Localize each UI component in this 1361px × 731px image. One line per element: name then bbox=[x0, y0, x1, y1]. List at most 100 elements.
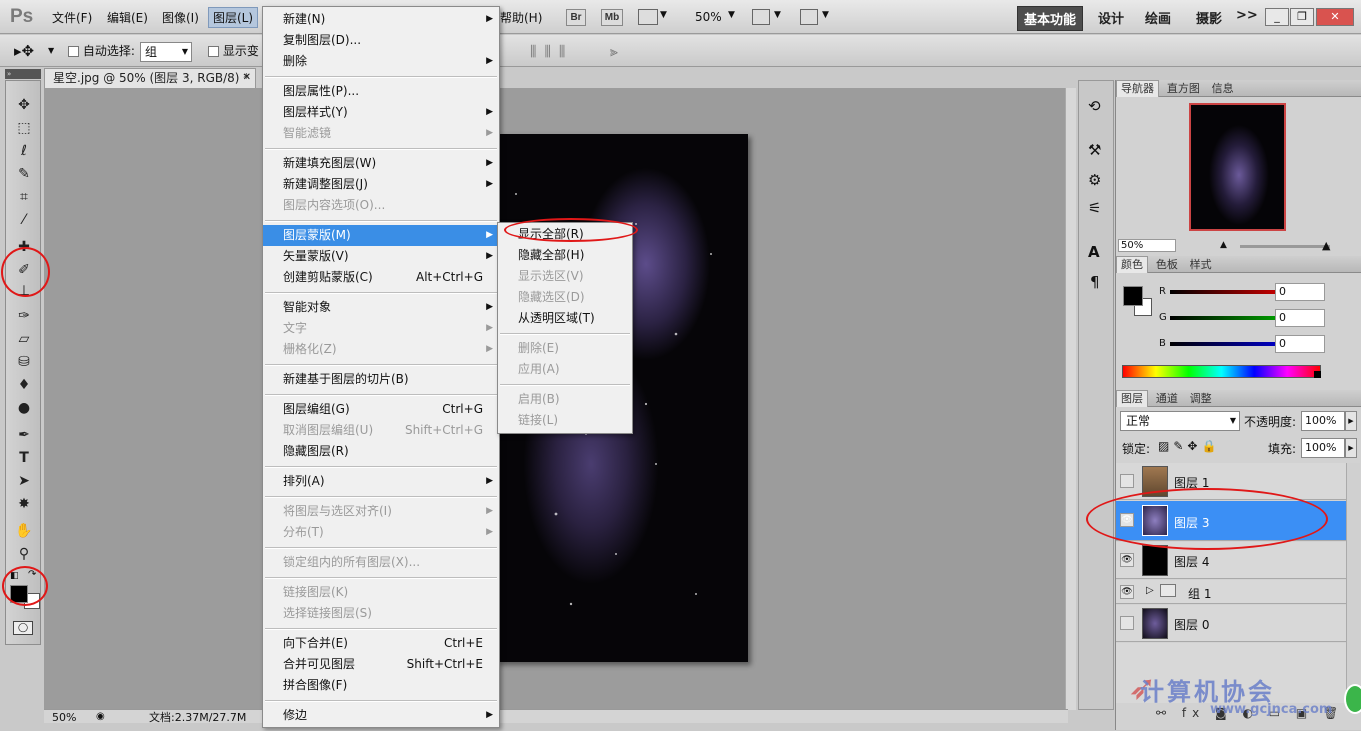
menu-file[interactable]: 文件(F) bbox=[52, 9, 92, 26]
menu-help[interactable]: 帮助(H) bbox=[500, 9, 542, 26]
crop-tool-icon[interactable]: ⌗ bbox=[12, 187, 36, 207]
menu-edit[interactable]: 编辑(E) bbox=[107, 9, 148, 26]
tab-styles[interactable]: 样式 bbox=[1186, 257, 1216, 273]
menu-item[interactable]: 图层样式(Y) ▶ bbox=[263, 102, 499, 123]
history-brush-tool-icon[interactable]: ✑ bbox=[12, 306, 36, 326]
menu-item[interactable]: 新建填充图层(W) ▶ bbox=[263, 153, 499, 174]
view-extras-icon[interactable] bbox=[638, 9, 658, 25]
type-tool-icon[interactable]: T bbox=[12, 448, 36, 468]
opacity-field[interactable]: 100% bbox=[1301, 411, 1345, 431]
restore-icon[interactable]: ❐ bbox=[1290, 8, 1314, 26]
distribute-icons[interactable]: ⫼⫼⫼ bbox=[530, 44, 573, 60]
zoom-in-icon[interactable]: ▲ bbox=[1322, 239, 1330, 252]
toolbox-header[interactable]: » bbox=[5, 69, 41, 79]
color-foreground-swatch[interactable] bbox=[1123, 286, 1143, 306]
tab-channels[interactable]: 通道 bbox=[1152, 391, 1182, 407]
tool-presets-icon[interactable]: ⚟ bbox=[1088, 199, 1101, 217]
menu-image[interactable]: 图像(I) bbox=[162, 9, 199, 26]
status-options-icon[interactable]: ◉ bbox=[96, 710, 105, 723]
navigator-zoom[interactable]: 50% bbox=[1118, 239, 1176, 252]
menu-item[interactable]: 新建调整图层(J) ▶ bbox=[263, 174, 499, 195]
tab-color[interactable]: 颜色 bbox=[1116, 256, 1148, 273]
bridge-button[interactable]: Br bbox=[566, 9, 586, 26]
opacity-arrow-icon[interactable]: ▶ bbox=[1345, 411, 1357, 431]
workspace-design[interactable]: 设计 bbox=[1098, 8, 1124, 27]
tab-histogram[interactable]: 直方图 bbox=[1163, 81, 1204, 97]
auto-select-dropdown[interactable]: 组 ▼ bbox=[140, 42, 192, 62]
menu-item[interactable]: 新建(N) ▶ bbox=[263, 9, 499, 30]
menu-item[interactable]: 排列(A) ▶ bbox=[263, 471, 499, 492]
visibility-toggle[interactable] bbox=[1120, 616, 1134, 630]
show-transform-checkbox[interactable] bbox=[208, 46, 219, 57]
chevron-down-icon[interactable]: ▼ bbox=[774, 10, 781, 20]
menu-item[interactable]: 复制图层(D)... bbox=[263, 30, 499, 51]
blend-mode-dropdown[interactable]: 正常 ▼ bbox=[1120, 411, 1240, 431]
close-tab-icon[interactable]: ✕ bbox=[243, 69, 251, 87]
layers-scrollbar[interactable] bbox=[1346, 463, 1360, 693]
b-value[interactable]: 0 bbox=[1275, 335, 1325, 353]
menu-item[interactable]: 创建剪贴蒙版(C) Alt+Ctrl+G bbox=[263, 267, 499, 288]
blur-tool-icon[interactable]: ♦ bbox=[12, 375, 36, 395]
menu-item[interactable]: 向下合并(E) Ctrl+E bbox=[263, 633, 499, 654]
eyedropper-tool-icon[interactable]: ⁄ bbox=[12, 210, 36, 230]
eraser-tool-icon[interactable]: ▱ bbox=[12, 329, 36, 349]
navigator-preview[interactable] bbox=[1189, 103, 1286, 231]
menu-item[interactable]: 图层属性(P)... bbox=[263, 81, 499, 102]
minimize-icon[interactable]: _ bbox=[1265, 8, 1289, 26]
layer-group-row[interactable]: 👁 ▷ 组 1 bbox=[1116, 580, 1346, 604]
lock-options-icons[interactable]: ▨✎✥🔒 bbox=[1158, 439, 1220, 453]
hand-tool-icon[interactable]: ✋ bbox=[12, 521, 36, 541]
character-panel-icon[interactable]: A bbox=[1088, 243, 1100, 261]
zoom-status[interactable]: 50% bbox=[52, 711, 76, 724]
menu-item[interactable]: 矢量蒙版(V) ▶ bbox=[263, 246, 499, 267]
menu-item[interactable]: 删除 ▶ bbox=[263, 51, 499, 72]
paragraph-panel-icon[interactable]: ¶ bbox=[1090, 273, 1100, 291]
eye-icon[interactable]: 👁 bbox=[1120, 585, 1134, 599]
move-tool-icon[interactable]: ✥ bbox=[12, 95, 36, 115]
tab-navigator[interactable]: 导航器 bbox=[1116, 80, 1159, 97]
screen-mode-icon[interactable] bbox=[800, 9, 818, 25]
g-value[interactable]: 0 bbox=[1275, 309, 1325, 327]
fill-field[interactable]: 100% bbox=[1301, 438, 1345, 458]
document-tab[interactable]: 星空.jpg @ 50% (图层 3, RGB/8) * ✕ bbox=[44, 68, 256, 88]
tab-adjustments[interactable]: 调整 bbox=[1186, 391, 1216, 407]
brush-presets-icon[interactable]: ⚒ bbox=[1088, 141, 1101, 159]
auto-select-checkbox[interactable] bbox=[68, 46, 79, 57]
chevron-down-icon[interactable]: ▼ bbox=[728, 10, 735, 20]
move-tool-icon[interactable]: ▸✥ bbox=[14, 42, 34, 60]
menu-item[interactable]: 隐藏全部(H) bbox=[498, 245, 632, 266]
chevron-down-icon[interactable]: ▼ bbox=[48, 46, 54, 55]
tab-info[interactable]: 信息 bbox=[1208, 81, 1238, 97]
fill-arrow-icon[interactable]: ▶ bbox=[1345, 438, 1357, 458]
menu-item[interactable]: 合并可见图层 Shift+Ctrl+E bbox=[263, 654, 499, 675]
menu-item[interactable]: 修边 ▶ bbox=[263, 705, 499, 726]
menu-item[interactable]: 从透明区域(T) bbox=[498, 308, 632, 329]
close-icon[interactable]: ✕ bbox=[1316, 8, 1354, 26]
shape-tool-icon[interactable]: ✸ bbox=[12, 494, 36, 514]
menu-item[interactable]: 图层蒙版(M) ▶ bbox=[263, 225, 499, 246]
spectrum-black-swatch[interactable] bbox=[1314, 371, 1321, 378]
chevron-down-icon[interactable]: ▼ bbox=[822, 10, 829, 20]
tab-layers[interactable]: 图层 bbox=[1116, 390, 1148, 407]
paint-bucket-tool-icon[interactable]: ⛁ bbox=[12, 352, 36, 372]
menu-layer[interactable]: 图层(L) bbox=[208, 7, 259, 28]
vertical-scrollbar[interactable] bbox=[1065, 88, 1076, 710]
layer-row[interactable]: 图层 0 bbox=[1116, 605, 1346, 642]
history-panel-icon[interactable]: ⟲ bbox=[1088, 97, 1101, 115]
arrange-documents-icon[interactable] bbox=[752, 9, 770, 25]
floating-badge-icon[interactable] bbox=[1344, 684, 1361, 714]
menu-item[interactable]: 图层编组(G) Ctrl+G bbox=[263, 399, 499, 420]
menu-item[interactable]: 新建基于图层的切片(B) bbox=[263, 369, 499, 390]
lasso-tool-icon[interactable]: ℓ bbox=[12, 141, 36, 161]
r-value[interactable]: 0 bbox=[1275, 283, 1325, 301]
zoom-tool-icon[interactable]: ⚲ bbox=[12, 544, 36, 564]
dodge-tool-icon[interactable]: ● bbox=[12, 398, 36, 418]
menu-item[interactable]: 隐藏图层(R) bbox=[263, 441, 499, 462]
quick-select-tool-icon[interactable]: ✎ bbox=[12, 164, 36, 184]
mini-bridge-button[interactable]: Mb bbox=[601, 9, 623, 26]
expand-group-icon[interactable]: ▷ bbox=[1146, 585, 1154, 596]
navigator-zoom-slider[interactable] bbox=[1240, 245, 1330, 248]
color-spectrum[interactable] bbox=[1122, 365, 1321, 378]
visibility-toggle[interactable] bbox=[1120, 474, 1134, 488]
pen-tool-icon[interactable]: ✒ bbox=[12, 425, 36, 445]
